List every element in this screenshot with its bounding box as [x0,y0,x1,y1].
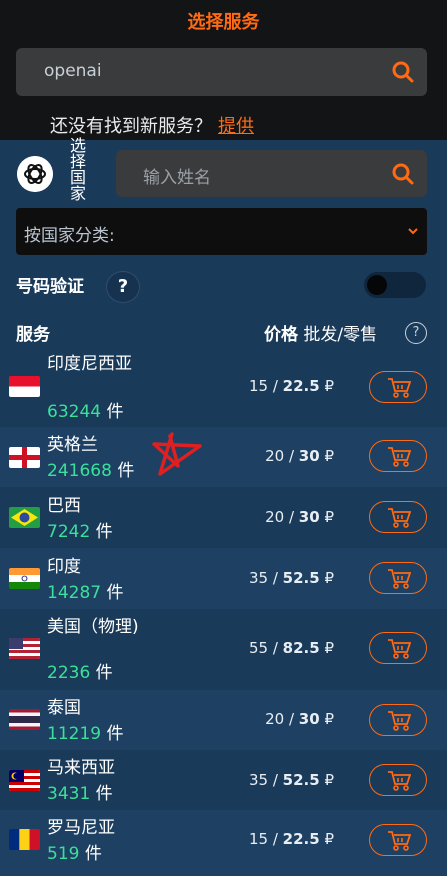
cart-icon [388,639,411,659]
verification-toggle[interactable] [364,272,426,298]
price-help-button[interactable]: ? [405,322,427,344]
country-name: 马来西亚 [47,758,115,778]
country-name: 英格兰 [47,435,98,455]
country-name: 罗马尼亚 [47,818,115,838]
country-name: 泰国 [47,698,81,718]
top-bar: 选择服务 openai 还没有找到新服务？ 提供 [0,0,447,140]
thailand-flag-icon [9,709,40,730]
country-row[interactable]: 印度尼西亚 63244 件 15 / 22.5 ₽ [0,350,447,427]
available-count: 2236 件 [47,663,113,683]
romania-flag-icon [9,829,40,850]
cart-icon [388,831,411,851]
openai-logo-icon [17,156,53,192]
india-flag-icon [9,568,40,589]
select-country-label: 选择国家 [70,136,87,203]
cart-icon [388,378,411,398]
malaysia-flag-icon [9,770,40,791]
price: 20 / 30 ₽ [265,710,334,728]
country-row[interactable]: 泰国 11219 件 20 / 30 ₽ [0,690,447,750]
service-column-header: 服务 [16,325,50,345]
price-mode-label[interactable]: 批发/零售 [303,325,377,345]
buy-button[interactable] [369,371,427,403]
country-name: 印度 [47,557,81,577]
available-count: 519 件 [47,844,102,864]
price: 35 / 52.5 ₽ [248,771,334,789]
cart-icon [388,447,411,467]
available-count: 63244 件 [47,402,124,422]
country-search-input[interactable]: 输入姓名 [116,150,427,197]
brazil-flag-icon [9,507,40,528]
price: 20 / 30 ₽ [265,447,334,465]
available-count: 11219 件 [47,724,124,744]
cart-icon [388,771,411,791]
country-row[interactable]: 罗马尼亚 519 件 15 / 22.5 ₽ [0,810,447,876]
sort-by-country-select[interactable]: 按国家分类: [16,208,427,255]
country-row[interactable]: 印度 14287 件 35 / 52.5 ₽ [0,548,447,609]
available-count: 14287 件 [47,583,124,603]
number-verification-label: 号码验证 [16,277,84,297]
price: 20 / 30 ₽ [265,508,334,526]
country-row[interactable]: 英格兰 241668 件 20 / 30 ₽ [0,427,447,487]
buy-button[interactable] [369,704,427,736]
price-column-header: 价格 批发/零售 [264,320,377,345]
buy-button[interactable] [369,501,427,533]
price: 15 / 22.5 ₽ [248,830,334,848]
available-count: 7242 件 [47,522,113,542]
sort-select-label: 按国家分类: [24,226,115,246]
available-count: 3431 件 [47,784,113,804]
service-search-input[interactable]: openai [16,48,427,96]
price: 35 / 52.5 ₽ [248,569,334,587]
country-name: 印度尼西亚 [47,354,132,374]
chevron-down-icon [408,228,418,235]
country-name: 美国（物理) [47,617,139,637]
cart-icon [388,508,411,528]
service-search-value: openai [44,61,102,81]
country-name: 巴西 [47,496,81,516]
price-label: 价格 [264,325,298,345]
price: 55 / 82.5 ₽ [248,639,334,657]
buy-button[interactable] [369,824,427,856]
usa-flag-icon [9,638,40,659]
verification-help-button[interactable]: ? [106,271,140,303]
hand-drawn-star-annotation [152,432,202,476]
country-row[interactable]: 美国（物理) 2236 件 55 / 82.5 ₽ [0,609,447,690]
search-icon[interactable] [391,60,415,84]
cart-icon [388,711,411,731]
not-found-label: 还没有找到新服务？ [50,116,212,137]
price: 15 / 22.5 ₽ [248,377,334,395]
england-flag-icon [9,447,40,468]
country-search-placeholder: 输入姓名 [143,168,211,188]
country-row[interactable]: 马来西亚 3431 件 35 / 52.5 ₽ [0,750,447,810]
buy-button[interactable] [369,764,427,796]
indonesia-flag-icon [9,376,40,397]
buy-button[interactable] [369,440,427,472]
not-found-text: 还没有找到新服务？ 提供 [50,112,254,138]
buy-button[interactable] [369,632,427,664]
page-title: 选择服务 [187,12,260,33]
cart-icon [388,569,411,589]
available-count: 241668 件 [47,461,135,481]
buy-button[interactable] [369,562,427,594]
suggest-link[interactable]: 提供 [218,116,254,137]
search-icon[interactable] [391,162,415,186]
toggle-knob [367,275,387,295]
country-row[interactable]: 巴西 7242 件 20 / 30 ₽ [0,487,447,548]
